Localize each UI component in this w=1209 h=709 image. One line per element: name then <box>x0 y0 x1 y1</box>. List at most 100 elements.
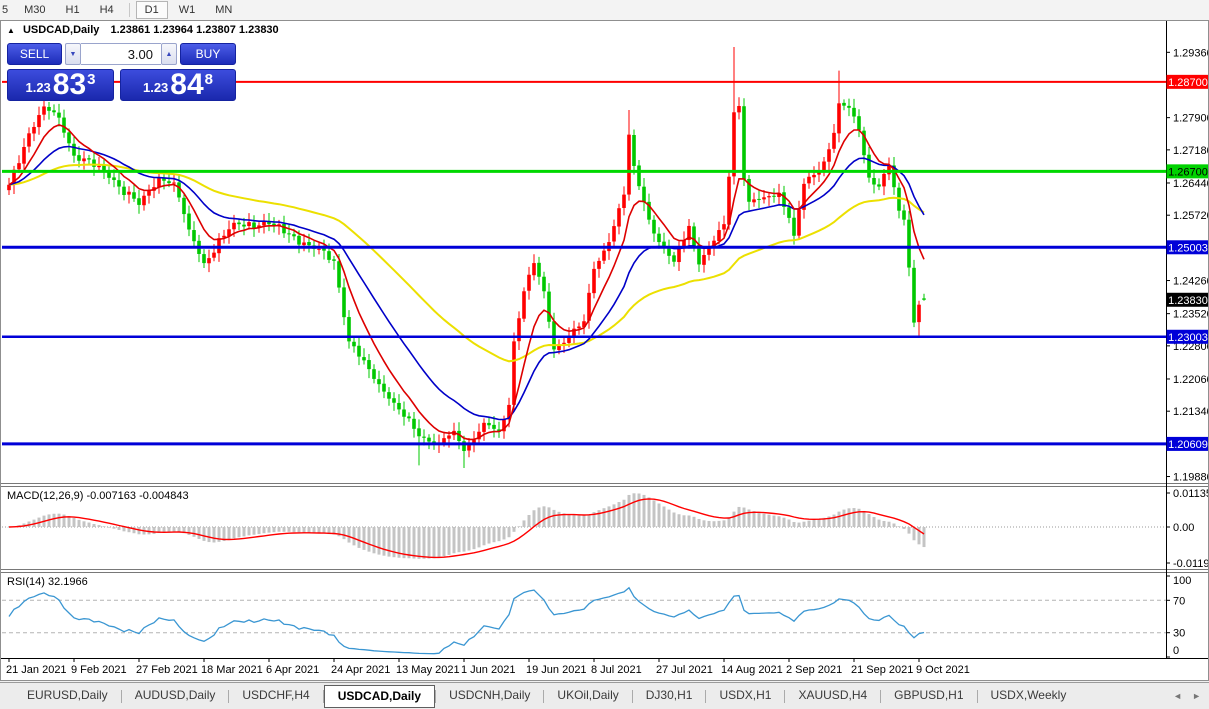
chart-tab-audusd[interactable]: AUDUSD,Daily <box>122 684 229 708</box>
macd-histogram-bar <box>738 507 741 527</box>
candle-body <box>622 195 626 208</box>
candle-body <box>52 110 56 112</box>
timeframe-button-mn[interactable]: MN <box>206 1 241 19</box>
candle-body <box>242 225 246 227</box>
candle-body <box>417 428 421 436</box>
candle-body <box>692 226 696 245</box>
axis-label: 27 Jul 2021 <box>656 664 713 676</box>
macd-histogram-bar <box>108 527 111 528</box>
tab-scroll-right[interactable]: ► <box>1192 691 1201 701</box>
buy-button[interactable]: BUY <box>180 43 236 65</box>
timeframe-button-w1[interactable]: W1 <box>170 1 205 19</box>
candle-body <box>547 292 551 322</box>
horizontal-lines[interactable] <box>2 82 1166 444</box>
macd-histogram-bar <box>808 521 811 527</box>
chart-tab-gbpusd[interactable]: GBPUSD,H1 <box>881 684 976 708</box>
axis-label: 1.22060 <box>1173 374 1208 386</box>
macd-histogram-bar <box>503 527 506 539</box>
tab-scroll-left[interactable]: ◄ <box>1173 691 1182 701</box>
timeframe-button-h1[interactable]: H1 <box>57 1 89 19</box>
volume-input[interactable] <box>81 43 161 65</box>
candle-body <box>542 277 546 292</box>
candle-body <box>492 425 496 429</box>
buy-price-sup: 8 <box>205 71 213 88</box>
sell-price-display[interactable]: 1.23833 <box>7 69 114 101</box>
volume-decrease-button[interactable]: ▼ <box>65 43 81 65</box>
chart-tab-ukoil[interactable]: UKOil,Daily <box>544 684 631 708</box>
timeframe-button-h4[interactable]: H4 <box>91 1 123 19</box>
candle-body <box>752 199 756 202</box>
macd-histogram-bar <box>528 515 531 527</box>
macd-histogram-bar <box>558 512 561 527</box>
price-axis[interactable]: 1.293601.286401.279001.271801.264401.257… <box>1166 47 1208 657</box>
buy-price-big: 84 <box>170 71 203 99</box>
sell-button[interactable]: SELL <box>7 43 62 65</box>
candle-body <box>852 108 856 117</box>
candle-body <box>737 106 741 112</box>
macd-histogram-bar <box>653 500 656 527</box>
candle-body <box>382 384 386 392</box>
buy-price-prefix: 1.23 <box>143 80 168 95</box>
macd-histogram-bar <box>98 525 101 527</box>
candle-body <box>72 144 76 156</box>
macd-histogram-bar <box>523 520 526 527</box>
axis-label: 1.25003 <box>1168 242 1208 254</box>
macd-histogram-bar <box>118 527 121 530</box>
timeframe-button-d1[interactable]: D1 <box>136 1 168 19</box>
macd-histogram-bar <box>763 514 766 527</box>
candle-body <box>147 191 151 196</box>
macd-histogram-bar <box>733 512 736 527</box>
candle-body <box>397 403 401 409</box>
timeframe-button-5[interactable]: 5 <box>0 1 13 19</box>
macd-histogram-bar <box>543 506 546 527</box>
macd-histogram-bar <box>698 519 701 527</box>
macd-histogram-bar <box>458 527 461 552</box>
candle-body <box>27 133 31 146</box>
chart-tab-usdchf[interactable]: USDCHF,H4 <box>229 684 322 708</box>
chart-tab-usdx[interactable]: USDX,Weekly <box>978 684 1080 708</box>
candle-body <box>822 162 826 171</box>
macd-histogram-bar <box>778 516 781 527</box>
price-chart-canvas[interactable]: 1.293601.286401.279001.271801.264401.257… <box>1 21 1208 680</box>
chart-tab-usdx[interactable]: USDX,H1 <box>706 684 784 708</box>
candle-body <box>717 230 721 241</box>
panel-collapse-icon[interactable]: ▲ <box>7 26 15 35</box>
macd-histogram-bar <box>243 527 246 536</box>
date-axis[interactable]: 21 Jan 20219 Feb 202127 Feb 202118 Mar 2… <box>6 658 970 676</box>
chart-tab-usdcad[interactable]: USDCAD,Daily <box>324 685 435 708</box>
sell-price-big: 83 <box>53 71 86 99</box>
macd-histogram-bar <box>443 527 446 556</box>
axis-label: 24 Apr 2021 <box>331 664 390 676</box>
macd-histogram-bar <box>663 507 666 527</box>
macd-histogram-bar <box>813 520 816 527</box>
candle-body <box>102 165 106 170</box>
candle-body <box>142 196 146 205</box>
buy-price-display[interactable]: 1.23848 <box>120 69 236 101</box>
chart-tab-usdcnh[interactable]: USDCNH,Daily <box>436 684 543 708</box>
chart-tab-xauusd[interactable]: XAUUSD,H4 <box>785 684 880 708</box>
candles[interactable] <box>7 47 926 468</box>
macd-histogram-bar <box>208 527 211 542</box>
macd-histogram-bar <box>113 527 116 529</box>
macd-histogram-bar <box>78 520 81 527</box>
macd-histogram-bar <box>308 527 311 533</box>
timeframe-button-m30[interactable]: M30 <box>15 1 54 19</box>
axis-label: 30 <box>1173 628 1185 640</box>
macd-pane <box>8 493 926 559</box>
volume-increase-button[interactable]: ▲ <box>161 43 177 65</box>
macd-histogram-bar <box>53 514 56 527</box>
macd-histogram-bar <box>673 513 676 527</box>
chart-tab-eurusd[interactable]: EURUSD,Daily <box>14 684 121 708</box>
candle-body <box>827 149 831 161</box>
candle-body <box>762 197 766 199</box>
macd-histogram-bar <box>153 527 156 534</box>
candle-body <box>212 253 216 258</box>
macd-histogram-bar <box>868 514 871 527</box>
chart-tab-dj30[interactable]: DJ30,H1 <box>633 684 706 708</box>
candle-body <box>847 106 851 108</box>
macd-histogram-bar <box>368 527 371 552</box>
macd-histogram-bar <box>278 527 281 532</box>
candle-body <box>372 369 376 379</box>
macd-histogram-bar <box>448 527 451 555</box>
candle-body <box>32 127 36 134</box>
